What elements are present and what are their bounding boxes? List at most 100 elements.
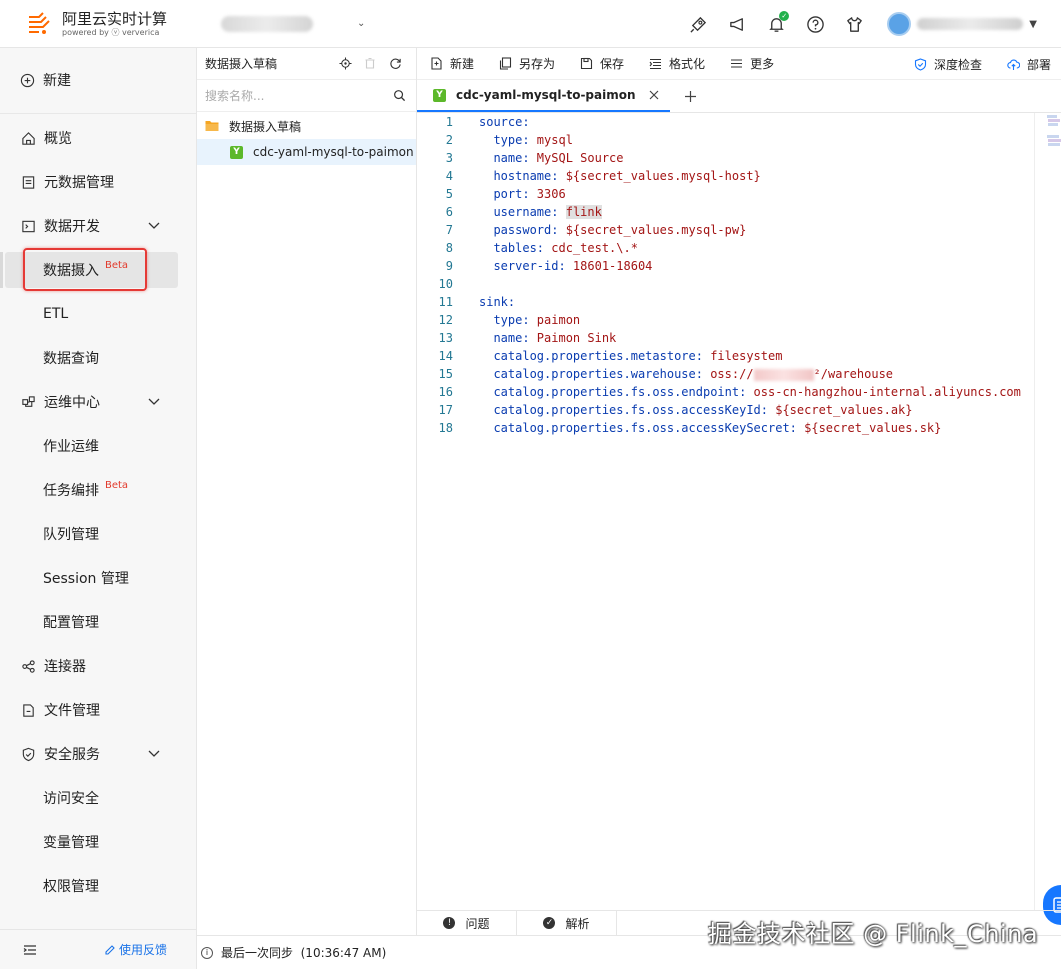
chevron-down-icon[interactable] [146,218,162,234]
sidebar-item-label: Session 管理 [43,571,129,587]
code-line[interactable]: 6 username: flink [417,203,1034,221]
code-content: catalog.properties.warehouse: oss:// ²/wa… [453,365,893,383]
rocket-icon[interactable] [688,14,708,34]
code-line[interactable]: 9 server-id: 18601-18604 [417,257,1034,275]
alert-icon: ! [443,917,456,929]
sidebar-item-query[interactable]: 数据查询 [43,348,99,368]
sidebar-item-access[interactable]: 访问安全 [43,788,99,808]
sidebar-item-task-orch[interactable]: 任务编排 Beta [43,480,128,500]
new-draft-button[interactable]: 新建 [430,55,474,72]
redacted-bucket [753,368,814,381]
code-line[interactable]: 13 name: Paimon Sink [417,329,1034,347]
sidebar-item-queue[interactable]: 队列管理 [43,524,99,544]
code-line[interactable]: 11 sink: [417,293,1034,311]
info-icon: i [201,946,213,959]
minimap[interactable] [1044,113,1061,153]
chevron-down-icon[interactable] [146,746,162,762]
yaml-key: username: [493,205,559,219]
tree-file-selected[interactable]: Y cdc-yaml-mysql-to-paimon [197,139,416,165]
logo-icon [26,11,52,37]
editor-scrollbar[interactable] [1034,113,1035,910]
tree-folder[interactable]: 数据摄入草稿 [197,113,416,139]
sidebar-item-label: 变量管理 [43,835,99,851]
format-button[interactable]: 格式化 [649,55,705,72]
sidebar-item-session[interactable]: Session 管理 [43,568,129,588]
megaphone-icon[interactable] [727,14,747,34]
line-number: 16 [438,385,453,399]
tab-problems[interactable]: ! 问题 [417,911,517,935]
save-as-button[interactable]: 另存为 [499,55,555,72]
code-line[interactable]: 14 catalog.properties.metastore: filesys… [417,347,1034,365]
collapse-menu-icon[interactable] [22,942,38,958]
yaml-value: ${secret_values.ak} [768,403,913,417]
sidebar-item-files[interactable]: 文件管理 [20,700,100,720]
save-button[interactable]: 保存 [580,55,624,72]
search-input[interactable]: 搜索名称... [197,80,416,112]
sidebar-item-security[interactable]: 安全服务 [20,744,100,764]
new-label: 新建 [43,73,71,89]
line-number: 1 [445,115,453,129]
code-content: sink: [453,293,515,311]
code-line[interactable]: 5 port: 3306 [417,185,1034,203]
editor-tabs: Y cdc-yaml-mysql-to-paimon [417,80,1061,113]
code-line[interactable]: 4 hostname: ${secret_values.mysql-host} [417,167,1034,185]
more-button[interactable]: 更多 [730,55,774,72]
code-line[interactable]: 1 source: [417,113,1034,131]
sidebar-item-label: 概览 [44,131,72,147]
line-number: 11 [438,295,453,309]
tshirt-icon[interactable] [844,14,864,34]
avatar[interactable] [887,12,912,36]
copy-icon [499,57,512,70]
sidebar-item-job-ops[interactable]: 作业运维 [43,436,99,456]
yaml-value: 3306 [529,187,566,201]
sidebar-item-config[interactable]: 配置管理 [43,612,99,632]
tab-cdc-yaml[interactable]: Y cdc-yaml-mysql-to-paimon [417,80,670,112]
trash-icon[interactable] [363,56,377,70]
yaml-value: filesystem [702,349,783,363]
code-line[interactable]: 15 catalog.properties.warehouse: oss:// ²… [417,365,1034,383]
sidebar-item-dev[interactable]: 数据开发 [20,216,100,236]
app-logo[interactable]: 阿里云实时计算 powered by ⓥ ververica [26,10,167,38]
bell-icon[interactable]: ✓ [766,11,790,34]
deep-check-button[interactable]: 深度检查 [914,56,982,73]
code-line[interactable]: 18 catalog.properties.fs.oss.accessKeySe… [417,419,1034,437]
close-icon[interactable] [648,89,660,101]
code-line[interactable]: 10 [417,275,1034,293]
refresh-icon[interactable] [388,56,402,70]
sidebar-item-metadata[interactable]: 元数据管理 [20,172,114,192]
code-content: catalog.properties.fs.oss.endpoint: oss-… [453,383,1020,401]
menu-icon [731,59,743,68]
workspace-select[interactable]: ⌄ [221,15,365,32]
code-line[interactable]: 7 password: ${secret_values.mysql-pw} [417,221,1034,239]
code-line[interactable]: 16 catalog.properties.fs.oss.endpoint: o… [417,383,1034,401]
search-icon[interactable] [393,89,406,102]
caret-down-icon[interactable]: ▼ [1029,19,1037,30]
code-line[interactable]: 3 name: MySQL Source [417,149,1034,167]
tab-parse[interactable]: ✓ 解析 [517,911,617,935]
new-button[interactable]: 新建 [20,70,71,90]
sidebar-item-label: 数据查询 [43,351,99,367]
chevron-down-icon[interactable] [146,394,162,410]
code-line[interactable]: 2 type: mysql [417,131,1034,149]
yaml-key: sink: [479,295,516,309]
sidebar-item-ops[interactable]: 运维中心 [20,392,100,412]
deploy-button[interactable]: 部署 [1007,56,1051,73]
code-line[interactable]: 12 type: paimon [417,311,1034,329]
code-editor[interactable]: 1 source: 2 type: mysql 3 name: MySQL Sourc… [417,113,1034,910]
sidebar-item-etl[interactable]: ETL [43,304,68,324]
search-placeholder: 搜索名称... [205,89,265,103]
sidebar-item-label: 连接器 [44,659,86,675]
sidebar-item-permissions[interactable]: 权限管理 [43,876,99,896]
sidebar-item-connectors[interactable]: 连接器 [20,656,86,676]
sidebar-item-overview[interactable]: 概览 [20,128,72,148]
add-tab-button[interactable] [684,80,697,112]
yaml-value: Paimon Sink [529,331,617,345]
help-icon[interactable] [805,14,825,34]
yaml-key: name: [493,151,530,165]
sidebar-item-variables[interactable]: 变量管理 [43,832,99,852]
feedback-link[interactable]: 使用反馈 [104,941,167,958]
code-line[interactable]: 17 catalog.properties.fs.oss.accessKeyId… [417,401,1034,419]
code-line[interactable]: 8 tables: cdc_test.\.* [417,239,1034,257]
divider [0,113,196,114]
locate-icon[interactable] [338,56,352,70]
